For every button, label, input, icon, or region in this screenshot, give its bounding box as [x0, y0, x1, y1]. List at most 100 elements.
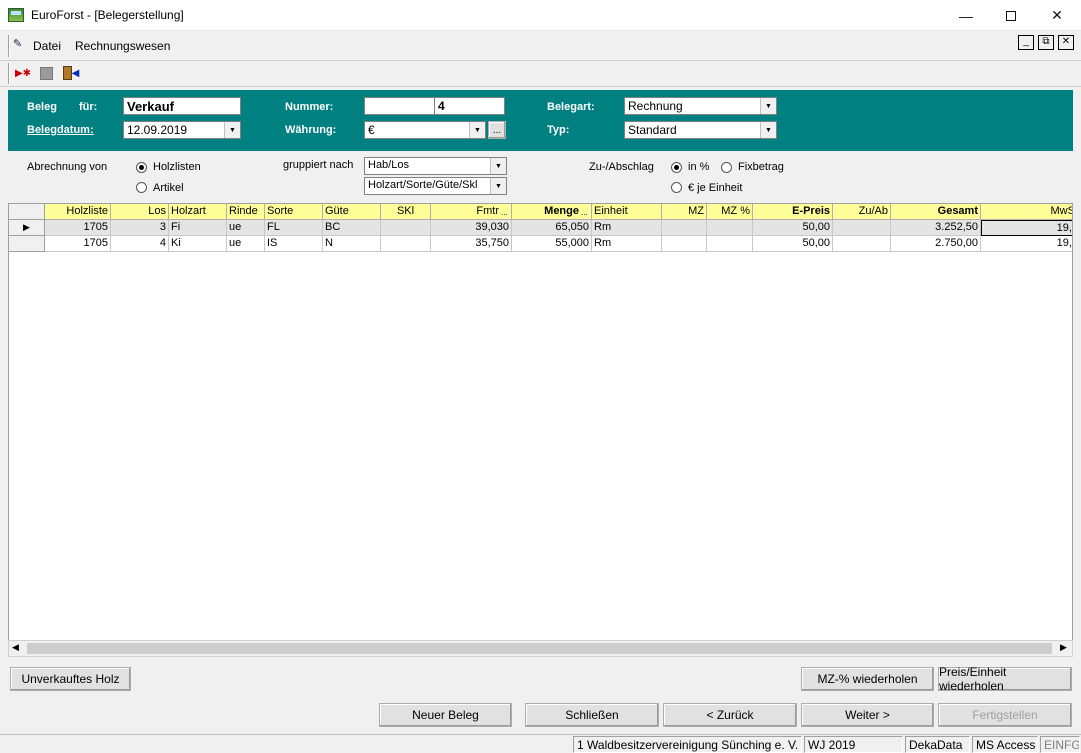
col-rinde[interactable]: Rinde [227, 204, 265, 220]
col-los[interactable]: Los [111, 204, 169, 220]
cell-rinde[interactable]: ue [227, 236, 265, 252]
cell-menge[interactable]: 65,050 [512, 220, 592, 236]
maximize-button[interactable] [988, 0, 1034, 31]
cell-los[interactable]: 3 [111, 220, 169, 236]
col-mz[interactable]: MZ [662, 204, 707, 220]
cell-holzart[interactable]: Fi [169, 220, 227, 236]
chevron-down-icon[interactable]: ▼ [760, 98, 776, 114]
cell-zuab[interactable] [833, 220, 891, 236]
mdi-close-button[interactable]: ✕ [1058, 35, 1074, 50]
fixbetrag-radio[interactable] [721, 162, 732, 173]
nummer-field[interactable]: 4 [434, 97, 505, 115]
mz-wiederholen-button[interactable]: MZ-% wiederholen [801, 667, 934, 691]
col-menge[interactable]: Menge [512, 204, 592, 220]
col-holzart[interactable]: Holzart [169, 204, 227, 220]
fertigstellen-button[interactable]: Fertigstellen [938, 703, 1072, 727]
cell-holzliste[interactable]: 1705 [45, 220, 111, 236]
cell-gesamt[interactable]: 3.252,50 [891, 220, 981, 236]
nummer-prefix-field[interactable] [364, 97, 435, 115]
je-einheit-radio[interactable] [671, 182, 682, 193]
col-fmtr[interactable]: Fmtr [431, 204, 512, 220]
cell-mwst[interactable]: 19,0 [981, 236, 1072, 252]
cell-los[interactable]: 4 [111, 236, 169, 252]
cell-holzart[interactable]: Ki [169, 236, 227, 252]
row-header[interactable] [9, 236, 45, 252]
weiter-button[interactable]: Weiter > [801, 703, 934, 727]
close-button[interactable]: ✕ [1034, 0, 1080, 31]
cell-mz-prozent[interactable] [707, 236, 753, 252]
col-holzliste[interactable]: Holzliste [45, 204, 111, 220]
menu-datei[interactable]: Datei [33, 39, 61, 53]
col-zuab[interactable]: Zu/Ab [833, 204, 891, 220]
menu-rechnungswesen[interactable]: Rechnungswesen [75, 39, 170, 53]
neuer-beleg-button[interactable]: Neuer Beleg [379, 703, 512, 727]
col-einheit[interactable]: Einheit [592, 204, 662, 220]
col-guete[interactable]: Güte [323, 204, 381, 220]
je-einheit-label[interactable]: € je Einheit [688, 182, 742, 194]
cell-fmtr[interactable]: 35,750 [431, 236, 512, 252]
zurueck-button[interactable]: < Zurück [663, 703, 797, 727]
chevron-down-icon[interactable]: ▼ [469, 122, 485, 138]
mdi-restore-button[interactable]: ⧉ [1038, 35, 1054, 50]
scroll-right-icon[interactable]: ▶ [1060, 642, 1067, 653]
cell-rinde[interactable]: ue [227, 220, 265, 236]
scroll-left-icon[interactable]: ◀ [12, 642, 19, 653]
cell-mz[interactable] [662, 236, 707, 252]
cell-einheit[interactable]: Rm [592, 220, 662, 236]
cell-zuab[interactable] [833, 236, 891, 252]
preis-wiederholen-button[interactable]: Preis/Einheit wiederholen [938, 665, 1072, 693]
minimize-button[interactable]: — [943, 0, 989, 31]
artikel-label[interactable]: Artikel [153, 182, 184, 194]
cell-skl[interactable] [381, 236, 431, 252]
waehrung-combo[interactable]: € ▼ [364, 121, 486, 139]
exit-button[interactable]: ◀ [62, 64, 80, 82]
col-mwst[interactable]: MwSt [981, 204, 1072, 220]
col-e-preis[interactable]: E-Preis [753, 204, 833, 220]
fixbetrag-label[interactable]: Fixbetrag [738, 161, 784, 173]
waehrung-ellipsis-button[interactable]: ... [488, 121, 506, 139]
cell-gesamt[interactable]: 2.750,00 [891, 236, 981, 252]
horizontal-scrollbar[interactable]: ◀ ▶ [8, 640, 1073, 657]
row-header[interactable]: ▶ [9, 220, 45, 236]
cell-menge[interactable]: 55,000 [512, 236, 592, 252]
chevron-down-icon[interactable]: ▼ [760, 122, 776, 138]
cell-mwst[interactable]: 19,0 [981, 220, 1072, 236]
chevron-down-icon[interactable]: ▼ [490, 158, 506, 174]
cell-e-preis[interactable]: 50,00 [753, 220, 833, 236]
cell-fmtr[interactable]: 39,030 [431, 220, 512, 236]
col-sorte[interactable]: Sorte [265, 204, 323, 220]
belegdatum-combo[interactable]: 12.09.2019 ▼ [123, 121, 241, 139]
mdi-minimize-button[interactable]: _ [1018, 35, 1034, 50]
save-button[interactable] [37, 64, 55, 82]
cell-holzliste[interactable]: 1705 [45, 236, 111, 252]
cell-guete[interactable]: N [323, 236, 381, 252]
cell-mz-prozent[interactable] [707, 220, 753, 236]
chevron-down-icon[interactable]: ▼ [490, 178, 506, 194]
chevron-down-icon[interactable]: ▼ [224, 122, 240, 138]
holzlisten-label[interactable]: Holzlisten [153, 161, 201, 173]
cell-guete[interactable]: BC [323, 220, 381, 236]
cell-sorte[interactable]: FL [265, 220, 323, 236]
group1-combo[interactable]: Hab/Los ▼ [364, 157, 507, 175]
in-prozent-radio[interactable] [671, 162, 682, 173]
group2-combo[interactable]: Holzart/Sorte/Güte/Skl ▼ [364, 177, 507, 195]
typ-combo[interactable]: Standard ▼ [624, 121, 777, 139]
new-record-button[interactable]: ▶✱ [14, 64, 32, 82]
cell-skl[interactable] [381, 220, 431, 236]
holzlisten-radio[interactable] [136, 162, 147, 173]
cell-einheit[interactable]: Rm [592, 236, 662, 252]
cell-sorte[interactable]: IS [265, 236, 323, 252]
scroll-thumb[interactable] [27, 643, 1052, 654]
col-mz-prozent[interactable]: MZ % [707, 204, 753, 220]
cell-mz[interactable] [662, 220, 707, 236]
schliessen-button[interactable]: Schließen [525, 703, 659, 727]
artikel-radio[interactable] [136, 182, 147, 193]
unverkauftes-holz-button[interactable]: Unverkauftes Holz [10, 667, 131, 691]
fuer-field[interactable]: Verkauf [123, 97, 241, 115]
in-prozent-label[interactable]: in % [688, 161, 709, 173]
col-gesamt[interactable]: Gesamt [891, 204, 981, 220]
data-grid[interactable]: Holzliste Los Holzart Rinde Sorte Güte S… [8, 203, 1073, 656]
cell-e-preis[interactable]: 50,00 [753, 236, 833, 252]
belegart-combo[interactable]: Rechnung ▼ [624, 97, 777, 115]
col-skl[interactable]: SKl [381, 204, 431, 220]
